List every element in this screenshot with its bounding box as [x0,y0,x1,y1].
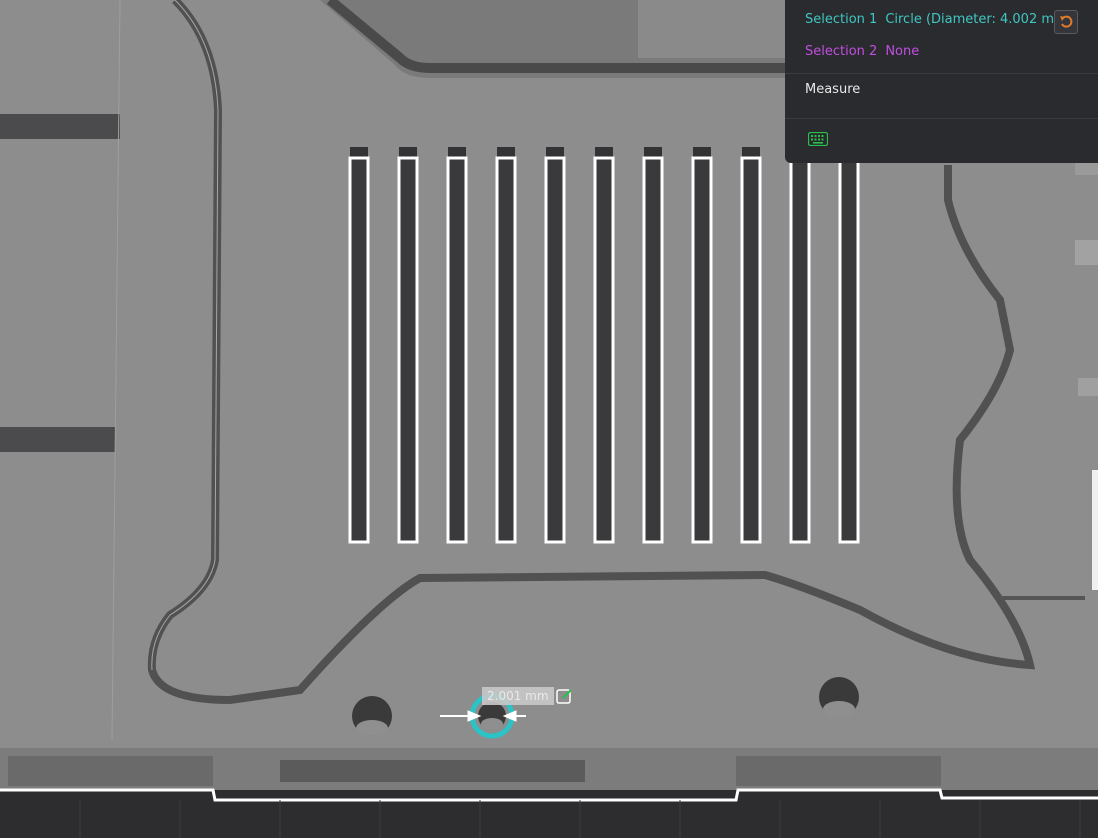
selection-2-label: Selection 2 [805,44,878,59]
vent-slot[interactable] [446,156,468,544]
measure-label: Measure [805,82,861,97]
vent-slot[interactable] [789,156,811,544]
selection-1-row[interactable]: Selection 1 Circle (Diameter: 4.002 mm) [805,12,1080,27]
vent-slot[interactable] [642,156,664,544]
vent-slot-cap [497,147,515,157]
vent-slot[interactable] [544,156,566,544]
vent-slot-cap [350,147,368,157]
vent-slot[interactable] [593,156,615,544]
vent-slot[interactable] [691,156,713,544]
vent-slot-cap [595,147,613,157]
keyboard-icon[interactable] [807,131,829,150]
dimension-label: 2.001 mm [482,687,554,705]
vent-slot[interactable] [838,156,860,544]
left-slot-top [0,114,120,139]
vent-slot-cap [693,147,711,157]
mount-hole-right[interactable] [819,677,859,717]
undo-icon [1060,15,1073,28]
vent-slot-cap [546,147,564,157]
vent-slot-cap [742,147,760,157]
vent-slot-cap [399,147,417,157]
vent-slot[interactable] [397,156,419,544]
vent-slot[interactable] [495,156,517,544]
reset-selection-button[interactable] [1054,10,1078,34]
selection-1-value: Circle (Diameter: 4.002 mm) [885,12,1072,27]
selection-2-value: None [885,44,920,59]
vent-slot-cap [448,147,466,157]
panel-divider [785,73,1098,74]
edit-icon[interactable] [556,687,574,709]
build-plate [0,790,1098,838]
measure-panel: Selection 1 Circle (Diameter: 4.002 mm) S… [785,0,1098,163]
panel-divider [785,118,1098,119]
vent-slot[interactable] [348,156,370,544]
selection-2-row[interactable]: Selection 2 None [805,44,927,59]
mount-hole-left[interactable] [352,696,392,736]
selection-1-label: Selection 1 [805,12,878,27]
vent-slot[interactable] [740,156,762,544]
left-slot-bottom [0,427,115,452]
vent-slot-cap [644,147,662,157]
